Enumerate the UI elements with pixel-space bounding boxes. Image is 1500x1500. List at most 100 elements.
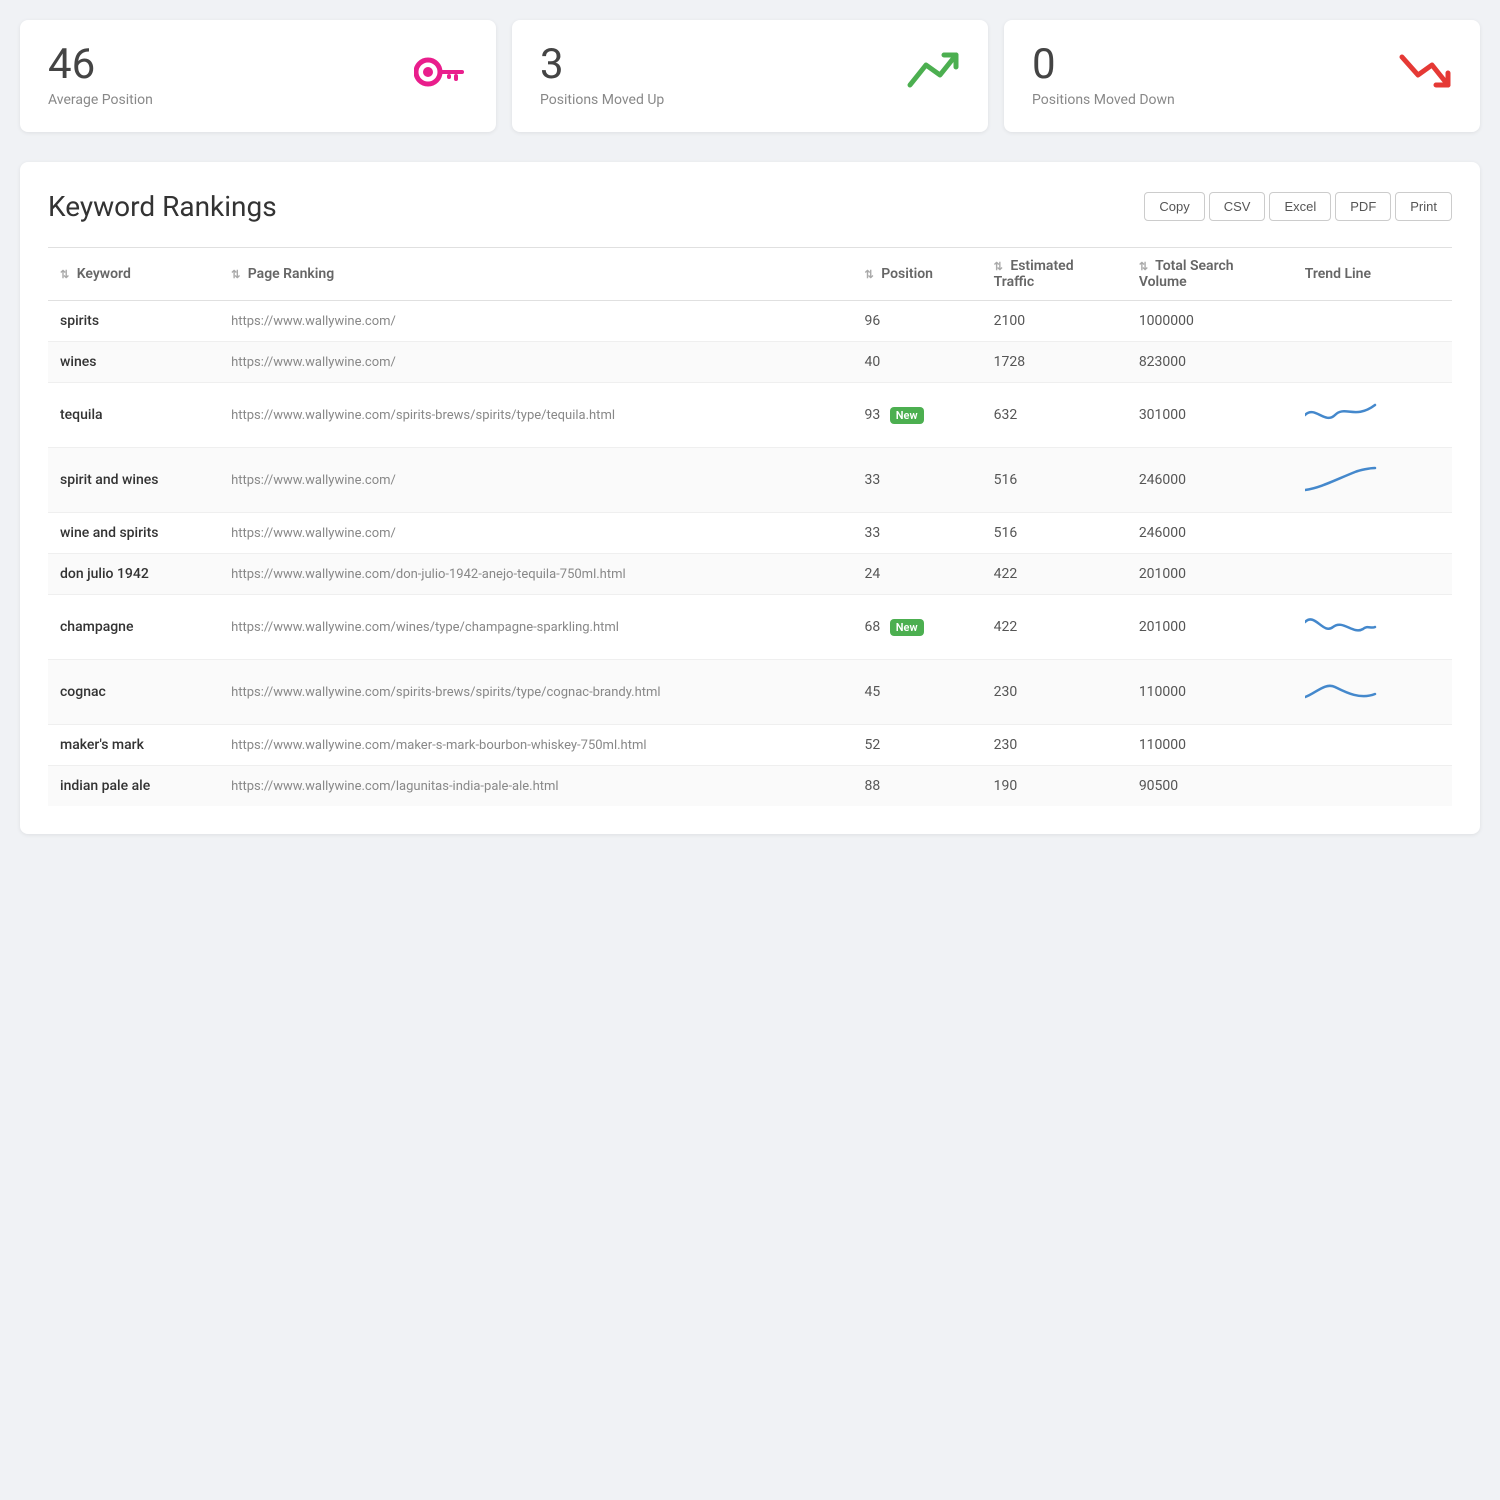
col-keyword[interactable]: ⇅ Keyword [48, 248, 219, 301]
keyword-cell: spirit and wines [48, 448, 219, 513]
table-header-row: ⇅ Keyword ⇅ Page Ranking ⇅ Position ⇅ Es… [48, 248, 1452, 301]
trend-cell [1293, 513, 1452, 554]
trend-cell [1293, 766, 1452, 807]
volume-cell: 301000 [1127, 383, 1293, 448]
new-badge: New [890, 407, 924, 424]
position-cell: 96 [853, 301, 982, 342]
sort-volume-icon: ⇅ [1139, 260, 1148, 273]
stat-label-down: Positions Moved Down [1032, 92, 1175, 108]
table-row: tequila https://www.wallywine.com/spirit… [48, 383, 1452, 448]
volume-cell: 110000 [1127, 660, 1293, 725]
stat-number-avg: 46 [48, 44, 153, 86]
col-position[interactable]: ⇅ Position [853, 248, 982, 301]
action-buttons: Copy CSV Excel PDF Print [1144, 192, 1452, 221]
table-row: spirit and wines https://www.wallywine.c… [48, 448, 1452, 513]
url-cell: https://www.wallywine.com/wines/type/cha… [219, 595, 852, 660]
stat-card-positions-down: 0 Positions Moved Down [1004, 20, 1480, 132]
volume-cell: 823000 [1127, 342, 1293, 383]
traffic-cell: 1728 [982, 342, 1127, 383]
traffic-cell: 422 [982, 554, 1127, 595]
pdf-button[interactable]: PDF [1335, 192, 1391, 221]
page-title: Keyword Rankings [48, 190, 277, 223]
stat-number-down: 0 [1032, 44, 1175, 86]
url-cell: https://www.wallywine.com/ [219, 342, 852, 383]
position-cell: 24 [853, 554, 982, 595]
keyword-cell: wines [48, 342, 219, 383]
table-row: wines https://www.wallywine.com/ 40 1728… [48, 342, 1452, 383]
keyword-cell: wine and spirits [48, 513, 219, 554]
sort-position-icon: ⇅ [865, 268, 874, 281]
keyword-cell: tequila [48, 383, 219, 448]
keyword-cell: spirits [48, 301, 219, 342]
table-row: champagne https://www.wallywine.com/wine… [48, 595, 1452, 660]
traffic-cell: 190 [982, 766, 1127, 807]
sort-traffic-icon: ⇅ [994, 260, 1003, 273]
traffic-cell: 516 [982, 513, 1127, 554]
table-row: spirits https://www.wallywine.com/ 96 21… [48, 301, 1452, 342]
main-panel: Keyword Rankings Copy CSV Excel PDF Prin… [20, 162, 1480, 834]
stat-label-avg: Average Position [48, 92, 153, 108]
keyword-cell: don julio 1942 [48, 554, 219, 595]
keyword-cell: cognac [48, 660, 219, 725]
table-row: maker's mark https://www.wallywine.com/m… [48, 725, 1452, 766]
table-row: wine and spirits https://www.wallywine.c… [48, 513, 1452, 554]
stats-row: 46 Average Position 3 Positions Moved Up [20, 20, 1480, 132]
keyword-cell: indian pale ale [48, 766, 219, 807]
print-button[interactable]: Print [1395, 192, 1452, 221]
col-trend: Trend Line [1293, 248, 1452, 301]
stat-label-up: Positions Moved Up [540, 92, 664, 108]
volume-cell: 90500 [1127, 766, 1293, 807]
url-cell: https://www.wallywine.com/maker-s-mark-b… [219, 725, 852, 766]
position-cell: 93 New [853, 383, 982, 448]
traffic-cell: 516 [982, 448, 1127, 513]
trend-cell [1293, 301, 1452, 342]
traffic-cell: 2100 [982, 301, 1127, 342]
position-cell: 33 [853, 513, 982, 554]
table-row: don julio 1942 https://www.wallywine.com… [48, 554, 1452, 595]
volume-cell: 201000 [1127, 595, 1293, 660]
keyword-cell: maker's mark [48, 725, 219, 766]
traffic-cell: 230 [982, 660, 1127, 725]
col-page-ranking[interactable]: ⇅ Page Ranking [219, 248, 852, 301]
excel-button[interactable]: Excel [1269, 192, 1331, 221]
table-row: cognac https://www.wallywine.com/spirits… [48, 660, 1452, 725]
csv-button[interactable]: CSV [1209, 192, 1266, 221]
keyword-table: ⇅ Keyword ⇅ Page Ranking ⇅ Position ⇅ Es… [48, 247, 1452, 806]
url-cell: https://www.wallywine.com/ [219, 513, 852, 554]
traffic-cell: 422 [982, 595, 1127, 660]
traffic-cell: 632 [982, 383, 1127, 448]
trend-cell [1293, 554, 1452, 595]
position-cell: 52 [853, 725, 982, 766]
position-cell: 45 [853, 660, 982, 725]
position-cell: 33 [853, 448, 982, 513]
url-cell: https://www.wallywine.com/ [219, 301, 852, 342]
trend-cell [1293, 448, 1452, 513]
trend-cell [1293, 342, 1452, 383]
trend-cell [1293, 595, 1452, 660]
volume-cell: 1000000 [1127, 301, 1293, 342]
url-cell: https://www.wallywine.com/spirits-brews/… [219, 660, 852, 725]
col-volume[interactable]: ⇅ Total SearchVolume [1127, 248, 1293, 301]
traffic-cell: 230 [982, 725, 1127, 766]
copy-button[interactable]: Copy [1144, 192, 1204, 221]
panel-header: Keyword Rankings Copy CSV Excel PDF Prin… [48, 190, 1452, 223]
sort-keyword-icon: ⇅ [60, 268, 69, 281]
keyword-cell: champagne [48, 595, 219, 660]
stat-card-avg-position: 46 Average Position [20, 20, 496, 132]
table-row: indian pale ale https://www.wallywine.co… [48, 766, 1452, 807]
position-cell: 68 New [853, 595, 982, 660]
position-cell: 40 [853, 342, 982, 383]
volume-cell: 110000 [1127, 725, 1293, 766]
url-cell: https://www.wallywine.com/spirits-brews/… [219, 383, 852, 448]
url-cell: https://www.wallywine.com/don-julio-1942… [219, 554, 852, 595]
stat-card-positions-up: 3 Positions Moved Up [512, 20, 988, 132]
volume-cell: 246000 [1127, 448, 1293, 513]
arrow-down-icon [1398, 49, 1452, 104]
stat-text-up: 3 Positions Moved Up [540, 44, 664, 108]
trend-cell [1293, 725, 1452, 766]
stat-text-down: 0 Positions Moved Down [1032, 44, 1175, 108]
sort-page-ranking-icon: ⇅ [231, 268, 240, 281]
new-badge: New [890, 619, 924, 636]
trend-cell [1293, 383, 1452, 448]
col-traffic[interactable]: ⇅ EstimatedTraffic [982, 248, 1127, 301]
